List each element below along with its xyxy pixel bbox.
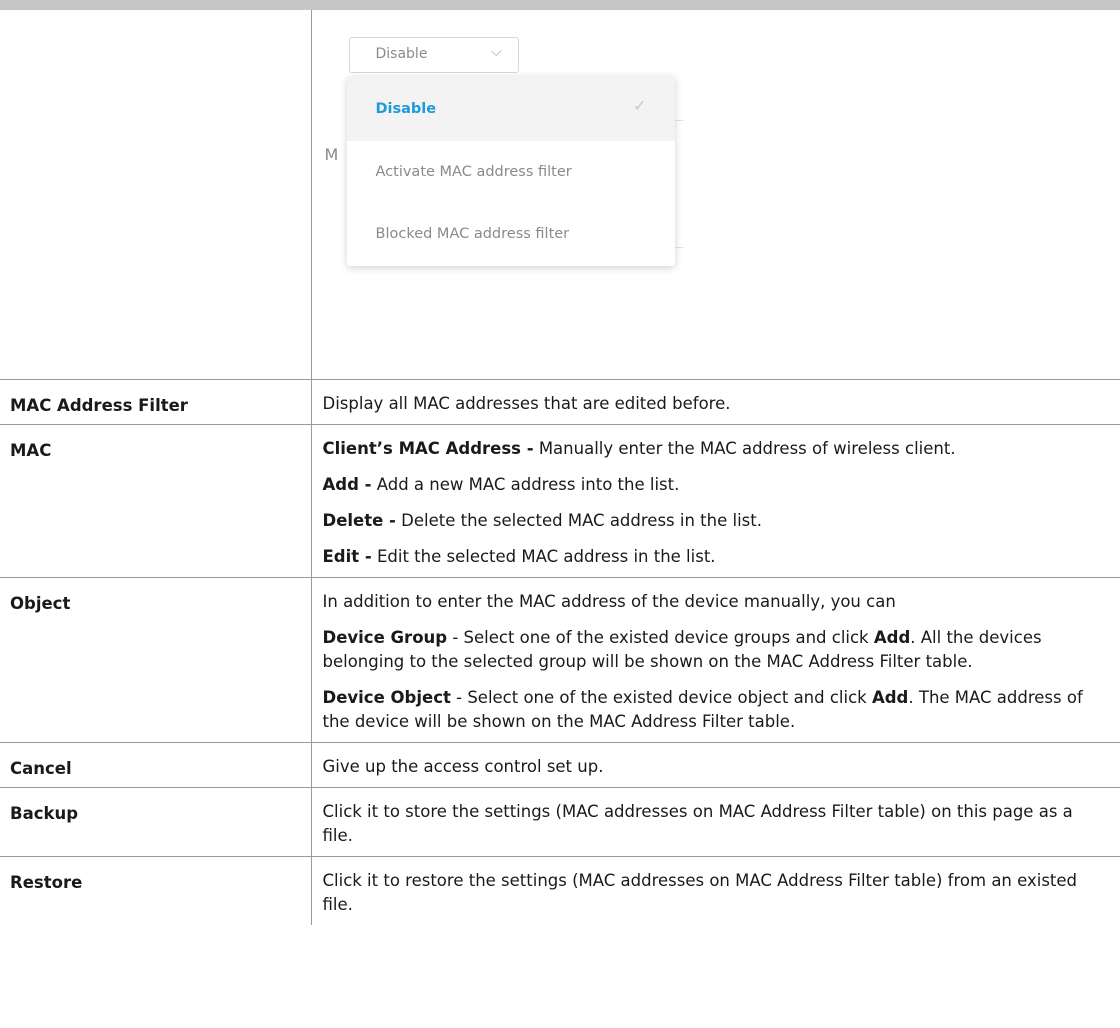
table-row: MAC Client’s MAC Address - Manually ente… [0,424,1120,578]
description-text: - Select one of the existed device objec… [450,688,872,707]
description: Click it to store the settings (MAC addr… [322,802,1073,845]
parameter-table: M Disable ⌵ Disable ✓ Activate MAC addre… [0,10,1120,925]
bold-term: Device Object [322,688,451,707]
description: Edit - Edit the selected MAC address in … [323,545,1101,569]
description: Add - Add a new MAC address into the lis… [323,473,1101,497]
description: In addition to enter the MAC address of … [322,592,896,611]
term-cell: Backup [0,787,312,857]
description-text: Delete the selected MAC address in the l… [395,511,762,530]
option-blocked-filter[interactable]: Blocked MAC address filter [347,203,675,265]
table-row: Object In addition to enter the MAC addr… [0,577,1120,743]
dropdown-screenshot: M Disable ⌵ Disable ✓ Activate MAC addre… [312,10,1120,379]
bold-term: Delete - [322,511,396,530]
term-cell: MAC Address Filter [0,379,312,425]
desc-cell: Display all MAC addresses that are edite… [311,379,1120,425]
bold-term: Client’s MAC Address - [322,439,534,458]
description-text: - Select one of the existed device group… [447,628,874,647]
description-text: Edit the selected MAC address in the lis… [371,547,716,566]
option-label: Blocked MAC address filter [375,226,570,242]
check-icon: ✓ [633,96,647,115]
bold-term: Add [871,688,909,707]
desc-cell: Click it to restore the settings (MAC ad… [311,856,1120,925]
desc-cell: Give up the access control set up. [311,742,1120,788]
table-row: Cancel Give up the access control set up… [0,742,1120,788]
screenshot-row: M Disable ⌵ Disable ✓ Activate MAC addre… [0,10,1120,380]
obscured-label: M [324,145,339,164]
description: Delete - Delete the selected MAC address… [323,509,1101,533]
option-label: Disable [375,100,437,117]
select-value: Disable [375,46,428,62]
term-cell: MAC [0,424,312,578]
term-cell: Cancel [0,742,312,788]
term-cell: Restore [0,856,312,925]
description: Device Group - Select one of the existed… [323,626,1101,674]
option-label: Activate MAC address filter [375,164,572,180]
top-rule [0,0,1120,10]
table-row: MAC Address Filter Display all MAC addre… [0,379,1120,425]
bold-term: Add [873,628,911,647]
description-text: Manually enter the MAC address of wirele… [533,439,956,458]
desc-cell: Click it to store the settings (MAC addr… [311,787,1120,857]
bold-term: Device Group [322,628,448,647]
table-row: Restore Click it to restore the settings… [0,856,1120,925]
bold-term: Add - [322,475,372,494]
dropdown-menu: Disable ✓ Activate MAC address filter Bl… [346,76,675,266]
option-disable[interactable]: Disable ✓ [346,76,675,141]
description: Give up the access control set up. [322,757,604,776]
option-activate-filter[interactable]: Activate MAC address filter [347,141,675,203]
description: Display all MAC addresses that are edite… [322,394,731,413]
table-row: Backup Click it to store the settings (M… [0,787,1120,857]
chevron-down-icon: ⌵ [490,44,502,60]
filter-mode-select[interactable]: Disable ⌵ [348,37,519,73]
term-cell: Object [0,577,312,743]
screenshot-cell: M Disable ⌵ Disable ✓ Activate MAC addre… [311,10,1120,380]
empty-term-cell [0,10,312,380]
description: Client’s MAC Address - Manually enter th… [323,437,1101,461]
description: Click it to restore the settings (MAC ad… [322,871,1078,914]
description: Device Object - Select one of the existe… [323,686,1101,734]
desc-cell: Client’s MAC Address - Manually enter th… [311,424,1120,578]
desc-cell: In addition to enter the MAC address of … [311,577,1120,743]
bold-term: Edit - [322,547,372,566]
description-text: Add a new MAC address into the list. [371,475,680,494]
